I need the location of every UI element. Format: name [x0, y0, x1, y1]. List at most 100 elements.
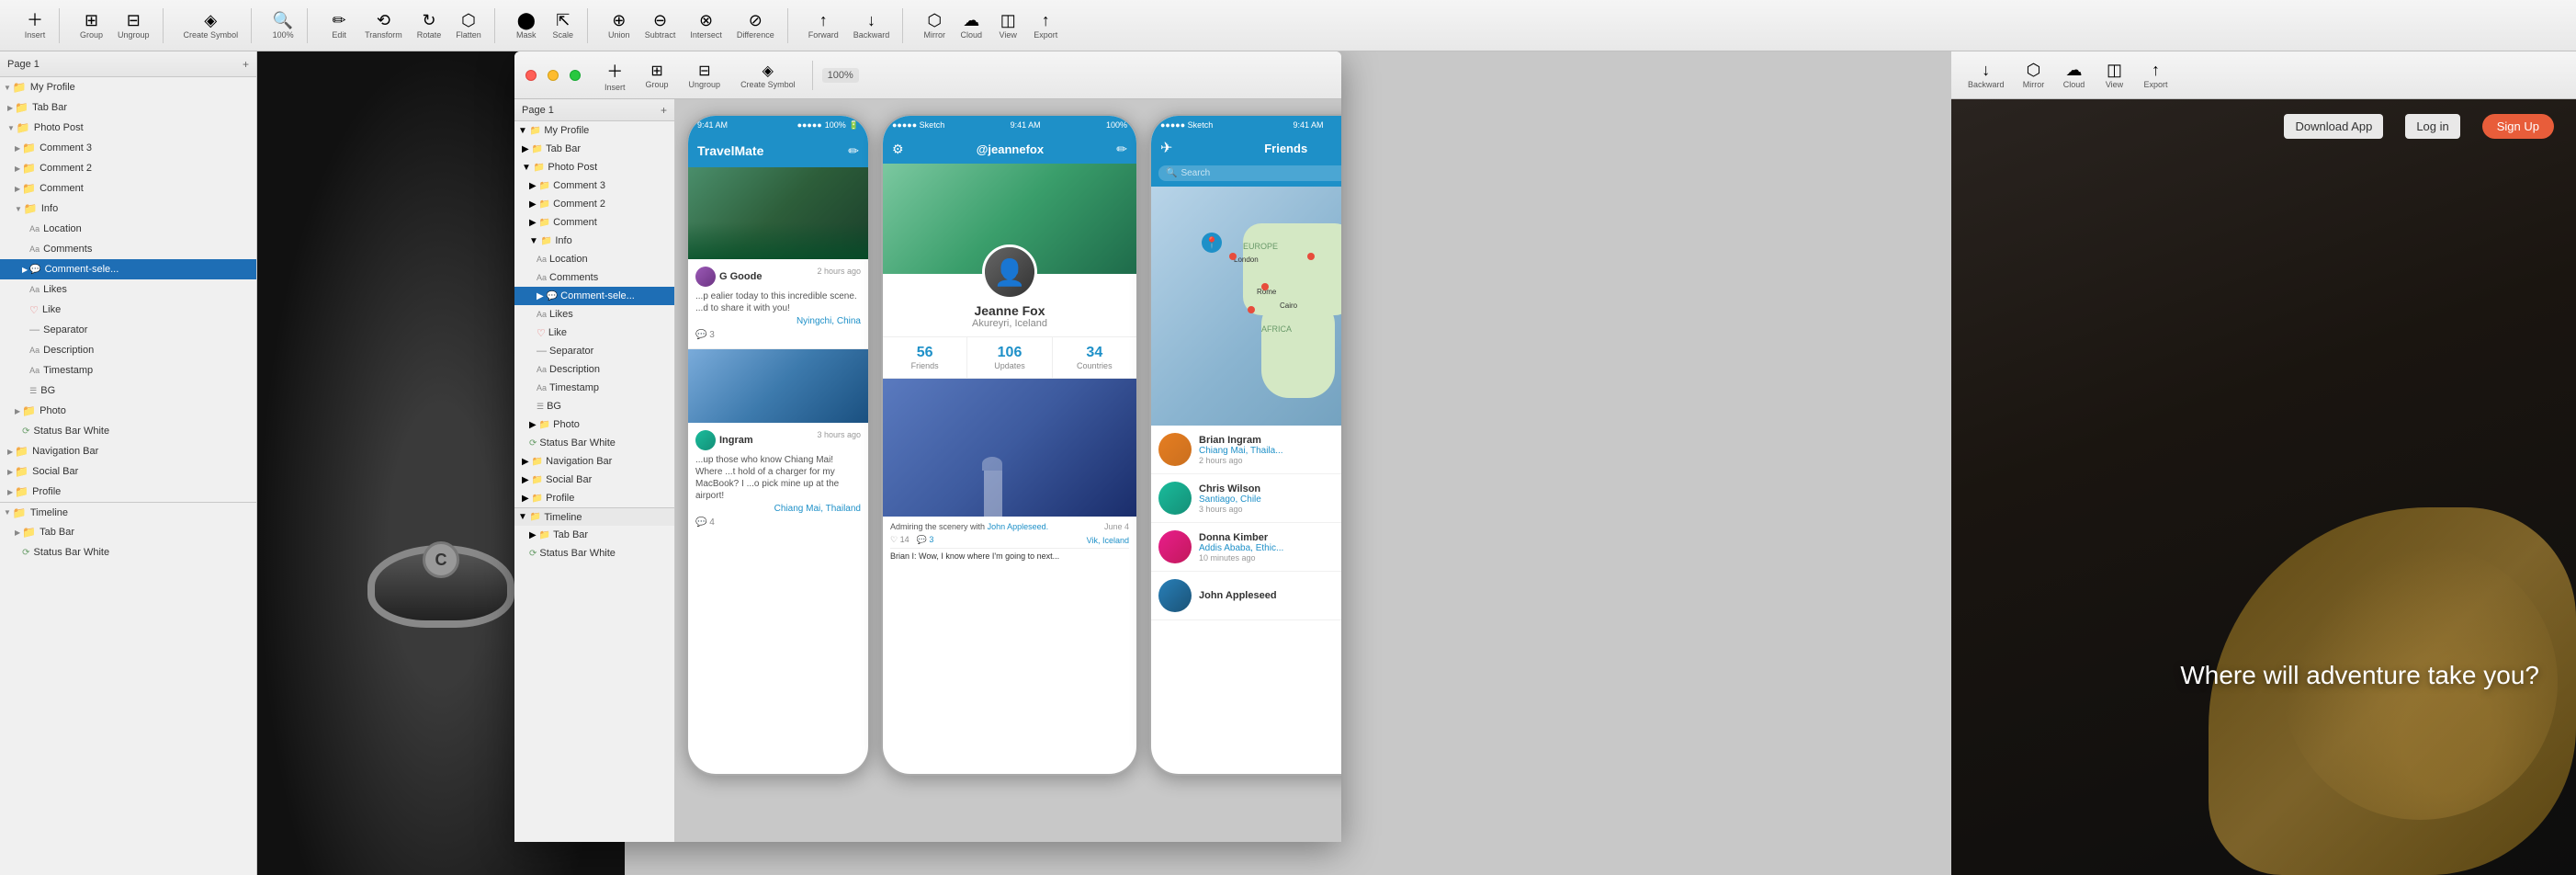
- website-export-button[interactable]: ↑ Export: [2139, 58, 2174, 93]
- layer-item-separator[interactable]: ▶ — Separator: [0, 320, 256, 340]
- layer-timeline-tab-bar[interactable]: ▶ 📁 Tab Bar: [0, 522, 256, 542]
- sketch-layer-info[interactable]: ▼ 📁 Info: [514, 232, 674, 250]
- layer-timeline-status-bar[interactable]: ▶ ⟳ Status Bar White: [0, 542, 256, 562]
- phone3-friend-1[interactable]: Brian Ingram Chiang Mai, Thaila... 2 hou…: [1151, 426, 1341, 474]
- layer-item-photo-post[interactable]: ▼ 📁 Photo Post: [0, 118, 256, 138]
- sketch-layer-status-white[interactable]: ⟳ Status Bar White: [514, 434, 674, 452]
- sketch-layer-timestamp[interactable]: Aa Timestamp: [514, 379, 674, 397]
- intersect-button[interactable]: ⊗ Intersect: [684, 8, 728, 43]
- website-view-button[interactable]: ◫ View: [2098, 58, 2131, 93]
- sketch-canvas[interactable]: 9:41 AM ●●●●● 100% 🔋 TravelMate ✏: [675, 99, 1341, 842]
- add-page-button[interactable]: +: [243, 58, 249, 71]
- website-signup-button[interactable]: Sign Up: [2482, 114, 2554, 139]
- sketch-page-name[interactable]: Page 1: [522, 105, 554, 116]
- union-button[interactable]: ⊕ Union: [603, 8, 636, 43]
- sketch-layer-tl-tabbar[interactable]: ▶ 📁 Tab Bar: [514, 526, 674, 544]
- layer-item-comment[interactable]: ▶ 📁 Comment: [0, 178, 256, 199]
- group-button[interactable]: ⊞ Group: [74, 8, 108, 43]
- window-maximize-btn[interactable]: [570, 70, 581, 81]
- cloud-button[interactable]: ☁ Cloud: [955, 8, 988, 43]
- window-close-btn[interactable]: [525, 70, 537, 81]
- layer-item-status-bar-white-1[interactable]: ▶ ⟳ Status Bar White: [0, 421, 256, 441]
- sketch-layer-tabbar[interactable]: ▶ 📁 Tab Bar: [514, 140, 674, 158]
- layer-root[interactable]: ▼ 📁 My Profile: [0, 77, 256, 97]
- website-backward-button[interactable]: ↓ Backward: [1962, 58, 2010, 93]
- sketch-layer-comment[interactable]: ▶ 📁 Comment: [514, 213, 674, 232]
- edit-button[interactable]: ✏ Edit: [322, 8, 356, 43]
- phone3-back-icon[interactable]: ✈: [1160, 139, 1172, 157]
- sketch-insert-button[interactable]: ＋ Insert: [597, 56, 633, 95]
- window-minimize-btn[interactable]: [548, 70, 559, 81]
- sketch-layer-myprofile[interactable]: ▼ 📁 My Profile: [514, 121, 674, 140]
- layer-item-tab-bar[interactable]: ▶ 📁 Tab Bar: [0, 97, 256, 118]
- transform-button[interactable]: ⟲ Transform: [359, 8, 408, 43]
- sketch-layer-navbar[interactable]: ▶ 📁 Navigation Bar: [514, 452, 674, 471]
- website-login-button[interactable]: Log in: [2405, 114, 2459, 139]
- phone2-settings-icon[interactable]: ⚙: [892, 142, 904, 157]
- page-name[interactable]: Page 1: [7, 59, 40, 70]
- layer-item-likes[interactable]: ▶ Aa Likes: [0, 279, 256, 300]
- create-symbol-button[interactable]: ◈ Create Symbol: [178, 8, 244, 43]
- view-button[interactable]: ◫ View: [991, 8, 1024, 43]
- mirror-button[interactable]: ⬡ Mirror: [918, 8, 951, 43]
- insert-button[interactable]: ＋ Insert: [18, 8, 51, 43]
- layer-item-description[interactable]: ▶ Aa Description: [0, 340, 256, 360]
- flatten-button[interactable]: ⬡ Flatten: [450, 8, 487, 43]
- sketch-ungroup-button[interactable]: ⊟ Ungroup: [682, 59, 729, 92]
- layer-timeline[interactable]: ▼ 📁 Timeline: [0, 502, 256, 522]
- sketch-layer-profile[interactable]: ▶ 📁 Profile: [514, 489, 674, 507]
- sketch-group-button[interactable]: ⊞ Group: [638, 59, 676, 92]
- mask-button[interactable]: ⬤ Mask: [510, 8, 543, 43]
- sketch-layer-socialbar[interactable]: ▶ 📁 Social Bar: [514, 471, 674, 489]
- zoom-button[interactable]: 🔍 100%: [266, 8, 299, 43]
- phone2-comment-icon[interactable]: 💬 3: [917, 535, 934, 545]
- sketch-layer-tl-status[interactable]: ⟳ Status Bar White: [514, 544, 674, 562]
- sketch-layer-separator[interactable]: — Separator: [514, 342, 674, 360]
- layer-item-bg[interactable]: ▶ ☰ BG: [0, 381, 256, 401]
- layer-item-social-bar[interactable]: ▶ 📁 Social Bar: [0, 461, 256, 482]
- sketch-layer-comment-sel[interactable]: ▶ 💬 Comment-sele...: [514, 287, 674, 305]
- sketch-layer-like[interactable]: ♡ Like: [514, 324, 674, 342]
- phone1-post1-location[interactable]: Nyingchi, China: [695, 316, 861, 326]
- sketch-zoom-display[interactable]: 100%: [822, 68, 859, 83]
- backward-button[interactable]: ↓ Backward: [848, 8, 896, 43]
- ungroup-button[interactable]: ⊟ Ungroup: [112, 8, 155, 43]
- phone3-friend-2[interactable]: Chris Wilson Santiago, Chile 3 hours ago: [1151, 474, 1341, 523]
- sketch-layer-location[interactable]: Aa Location: [514, 250, 674, 268]
- layer-item-comments-text[interactable]: ▶ Aa Comments: [0, 239, 256, 259]
- phone2-like-icon[interactable]: ♡ 14: [890, 535, 910, 545]
- rotate-button[interactable]: ↻ Rotate: [412, 8, 447, 43]
- layer-item-location[interactable]: ▶ Aa Location: [0, 219, 256, 239]
- phone2-edit-icon[interactable]: ✏: [1116, 142, 1127, 157]
- layer-item-info[interactable]: ▼ 📁 Info: [0, 199, 256, 219]
- sketch-layer-comment3[interactable]: ▶ 📁 Comment 3: [514, 176, 674, 195]
- scale-button[interactable]: ⇱ Scale: [547, 8, 580, 43]
- phone1-edit-icon[interactable]: ✏: [848, 143, 859, 159]
- sketch-layer-comments-text[interactable]: Aa Comments: [514, 268, 674, 287]
- layer-item-navigation-bar[interactable]: ▶ 📁 Navigation Bar: [0, 441, 256, 461]
- forward-button[interactable]: ↑ Forward: [803, 8, 844, 43]
- sketch-create-symbol-button[interactable]: ◈ Create Symbol: [733, 59, 803, 92]
- sketch-layer-description[interactable]: Aa Description: [514, 360, 674, 379]
- sketch-layer-photopost[interactable]: ▼ 📁 Photo Post: [514, 158, 674, 176]
- phone2-caption-link[interactable]: John Appleseed.: [988, 522, 1049, 531]
- sketch-add-page[interactable]: +: [661, 104, 667, 117]
- layer-item-timestamp[interactable]: ▶ Aa Timestamp: [0, 360, 256, 381]
- phone3-friend-3[interactable]: Donna Kimber Addis Ababa, Ethic... 10 mi…: [1151, 523, 1341, 572]
- layer-item-like[interactable]: ▶ ♡ Like: [0, 300, 256, 320]
- export-button[interactable]: ↑ Export: [1028, 8, 1063, 43]
- website-mirror-button[interactable]: ⬡ Mirror: [2017, 58, 2051, 93]
- sketch-layer-bg[interactable]: ☰ BG: [514, 397, 674, 415]
- canvas-area[interactable]: C ＋ Insert ⊞ Group: [257, 51, 2576, 875]
- website-download-button[interactable]: Download App: [2284, 114, 2383, 139]
- sketch-layer-likes[interactable]: Aa Likes: [514, 305, 674, 324]
- sketch-layer-timeline[interactable]: ▼ 📁 Timeline: [514, 507, 674, 526]
- subtract-button[interactable]: ⊖ Subtract: [639, 8, 682, 43]
- sketch-layer-photo[interactable]: ▶ 📁 Photo: [514, 415, 674, 434]
- phone3-friend-4[interactable]: John Appleseed: [1151, 572, 1341, 620]
- layer-item-profile[interactable]: ▶ 📁 Profile: [0, 482, 256, 502]
- layer-item-comment-selected[interactable]: ▶ 💬 Comment-sele...: [0, 259, 256, 279]
- sketch-layer-comment2[interactable]: ▶ 📁 Comment 2: [514, 195, 674, 213]
- phone3-search-input-wrap[interactable]: 🔍 Search: [1158, 165, 1341, 181]
- layer-item-comment2[interactable]: ▶ 📁 Comment 2: [0, 158, 256, 178]
